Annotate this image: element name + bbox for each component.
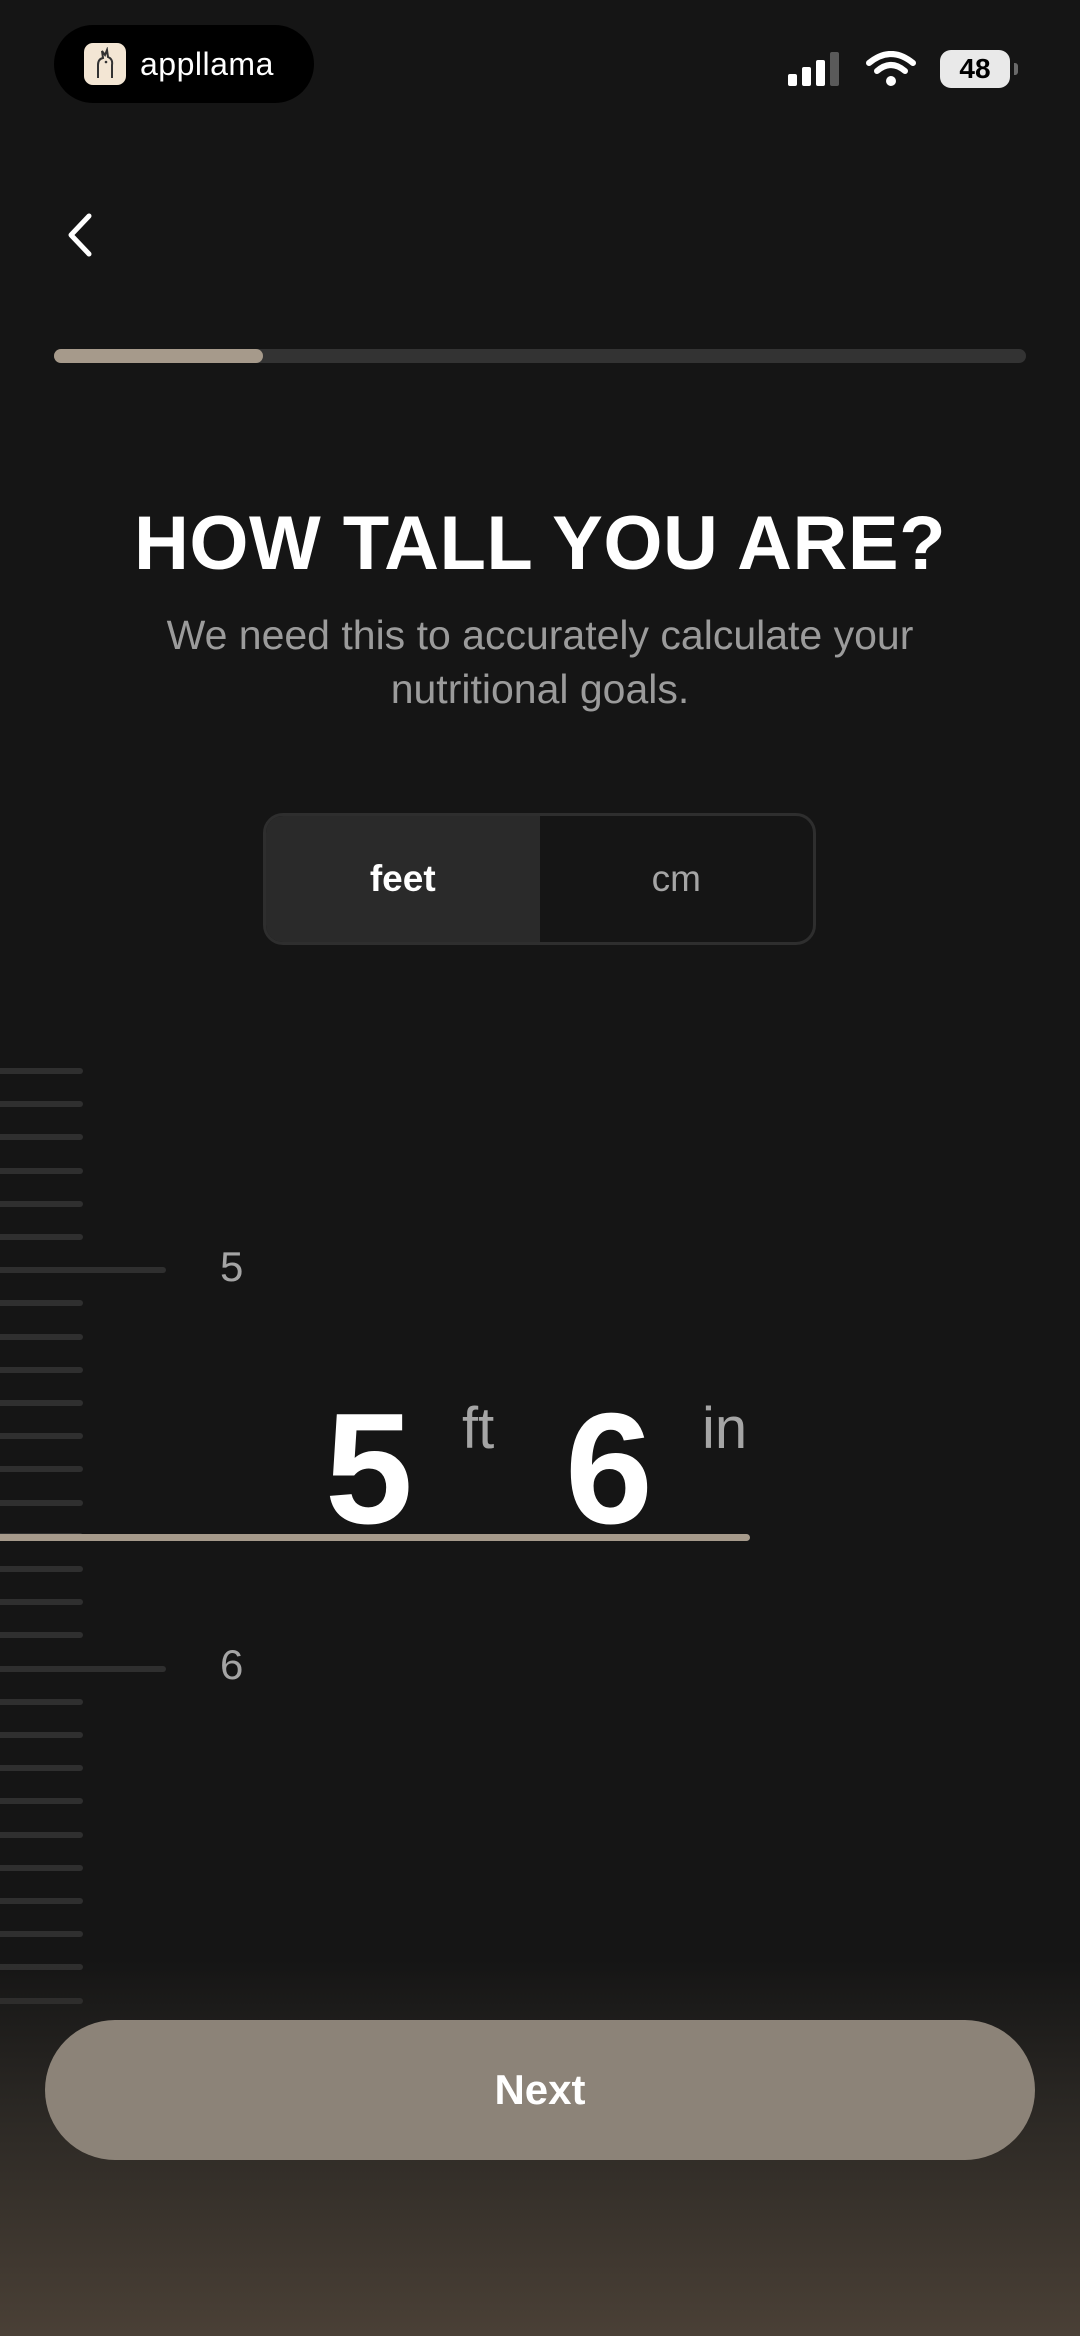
unit-toggle: feet cm <box>263 813 816 945</box>
progress-fill <box>54 349 263 363</box>
height-feet-unit: ft <box>462 1396 495 1461</box>
wifi-icon <box>866 51 916 86</box>
unit-option-cm[interactable]: cm <box>540 816 814 942</box>
ruler-minor-tick <box>0 1101 83 1108</box>
onboarding-progress-bar <box>54 349 1026 363</box>
ruler-minor-tick <box>0 1234 83 1240</box>
ruler-minor-tick <box>0 1466 83 1473</box>
ruler-minor-tick <box>0 1333 83 1340</box>
ruler-minor-tick <box>0 1134 83 1141</box>
unit-option-feet[interactable]: feet <box>266 816 540 942</box>
ruler-minor-tick <box>0 1831 83 1838</box>
chevron-left-icon <box>68 213 92 257</box>
ruler-minor-tick <box>0 1732 83 1738</box>
ruler-minor-tick <box>0 1366 83 1373</box>
ruler-minor-tick <box>0 1864 83 1871</box>
page-title: HOW TALL YOU ARE? <box>133 501 947 586</box>
ruler-minor-tick <box>0 1167 83 1174</box>
ruler-minor-tick <box>0 1698 83 1705</box>
battery-icon: 48 <box>940 50 1018 88</box>
app-name: appllama <box>140 45 274 82</box>
height-screen: appllama 48 HOW TALL YOU ARE? We need th… <box>0 0 1080 2336</box>
ruler-label-5: 5 <box>220 1243 244 1290</box>
height-feet-value: 5 <box>325 1381 413 1557</box>
ruler-minor-tick <box>0 1068 83 1074</box>
llama-logo-icon <box>84 43 126 85</box>
cellular-signal-icon <box>788 52 839 86</box>
ruler-minor-tick <box>0 1433 83 1440</box>
status-icons: 48 <box>788 50 1018 88</box>
ruler-minor-tick <box>0 1300 83 1307</box>
ruler-major-tick <box>0 1267 166 1274</box>
ruler-minor-tick <box>0 1798 83 1805</box>
ruler-minor-tick <box>0 1566 83 1572</box>
ruler-minor-tick <box>0 1200 83 1207</box>
app-indicator-pill: appllama <box>54 25 314 103</box>
ruler-minor-tick <box>0 1931 83 1938</box>
ruler-minor-tick <box>0 1632 83 1639</box>
ruler-major-tick <box>0 1665 166 1672</box>
height-inches-unit: in <box>702 1396 748 1461</box>
ruler-minor-tick <box>0 1499 83 1506</box>
ruler-label-6: 6 <box>220 1641 244 1688</box>
ruler-minor-tick <box>0 1898 83 1904</box>
ruler-minor-tick <box>0 1400 83 1406</box>
ruler-minor-tick <box>0 1599 83 1606</box>
back-button[interactable] <box>56 205 104 265</box>
ruler-minor-tick <box>0 1765 83 1772</box>
page-subtitle: We need this to accurately calculate you… <box>166 612 914 712</box>
next-button[interactable]: Next <box>45 2020 1035 2160</box>
battery-level: 48 <box>959 53 991 84</box>
height-inches-value: 6 <box>565 1381 653 1557</box>
